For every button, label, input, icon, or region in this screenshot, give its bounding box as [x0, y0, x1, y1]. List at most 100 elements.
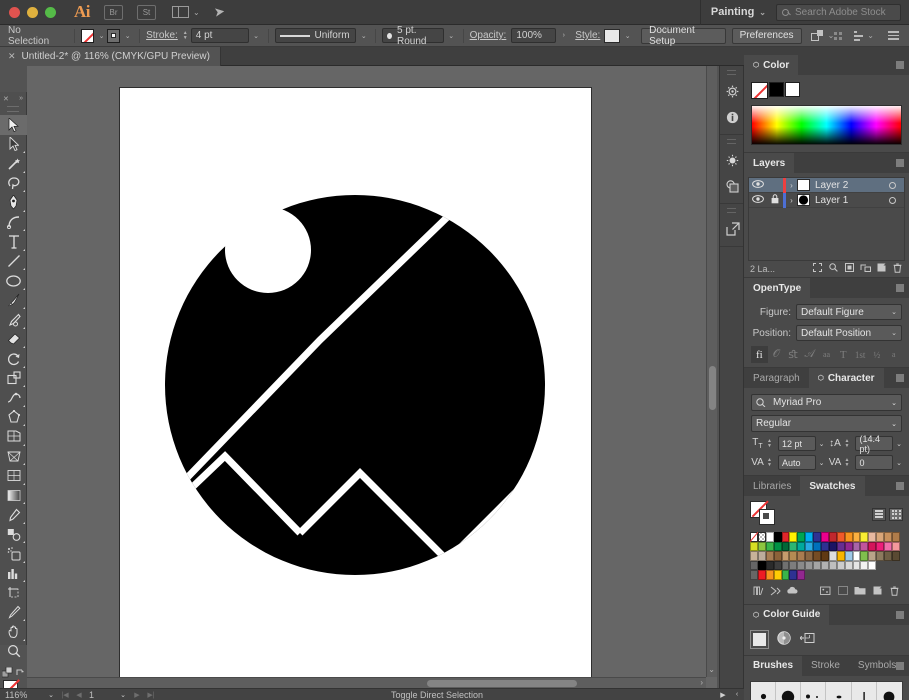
chevron-down-icon[interactable]: ⌄ [44, 691, 58, 699]
swatch-cell[interactable] [829, 542, 837, 552]
stroke-profile-dropdown[interactable]: Uniform [275, 28, 357, 43]
panel-menu-icon[interactable] [896, 284, 904, 292]
swatch-cell[interactable] [766, 551, 774, 561]
scroll-chevron-icon[interactable]: › [700, 678, 703, 687]
swash-button[interactable]: 𝒜 [801, 346, 818, 363]
swatch-cell[interactable] [766, 532, 774, 542]
eraser-tool[interactable] [0, 330, 27, 350]
fill-swatch-button[interactable] [81, 29, 94, 43]
hand-tool[interactable] [0, 622, 27, 642]
base-color-swatch[interactable] [751, 631, 768, 648]
width-tool[interactable] [0, 388, 27, 408]
cloud-icon[interactable] [784, 586, 801, 598]
swatch-cell[interactable] [829, 551, 837, 561]
rail-grip[interactable] [727, 139, 736, 144]
default-fill-stroke-icon[interactable] [16, 668, 25, 677]
leading-stepper[interactable]: ▲▼ [845, 439, 850, 448]
swatch-cell[interactable] [837, 542, 845, 552]
swatch-cell[interactable] [782, 561, 790, 571]
swatch-cell[interactable] [837, 551, 845, 561]
tracking-control[interactable]: VA ▲▼ 0 ⌄ [829, 455, 903, 470]
figure-dropdown[interactable]: Default Figure ⌄ [796, 304, 902, 320]
swatch-grid[interactable] [750, 532, 903, 580]
pen-tool[interactable] [0, 193, 27, 213]
swatch-cell[interactable] [845, 532, 853, 542]
window-controls[interactable] [0, 7, 56, 18]
ellipse-tool[interactable] [0, 271, 27, 291]
tracking-input[interactable]: 0 [855, 455, 893, 470]
swatch-cell[interactable] [782, 542, 790, 552]
tools-panel-grip[interactable] [7, 106, 19, 112]
rail-grip[interactable] [727, 70, 736, 75]
swatch-stroke[interactable] [759, 509, 775, 525]
chevron-down-icon[interactable]: ⌄ [358, 29, 369, 43]
swatch-cell[interactable] [805, 542, 813, 552]
black-swatch[interactable] [769, 82, 784, 97]
symbol-sprayer-tool[interactable] [0, 544, 27, 564]
paper-plane-icon[interactable]: ➤ [213, 3, 226, 20]
leading-input[interactable]: (14.4 pt) [855, 436, 893, 451]
stock-search-input[interactable]: Search Adobe Stock [776, 4, 901, 21]
swatch-cell[interactable] [876, 551, 884, 561]
swatch-cell[interactable] [868, 532, 876, 542]
tab-layers[interactable]: Layers [744, 153, 794, 173]
brush-cell[interactable] [852, 682, 877, 700]
tracking-stepper[interactable]: ▲▼ [845, 458, 850, 467]
list-view-button[interactable] [872, 508, 886, 521]
first-artboard-button[interactable]: |◀ [58, 691, 72, 699]
position-dropdown[interactable]: Default Position ⌄ [796, 325, 902, 341]
swatch-cell[interactable] [750, 542, 758, 552]
chevron-down-icon[interactable]: ⌄ [896, 440, 902, 448]
color-group-icon[interactable] [817, 586, 834, 599]
harmony-rules-icon[interactable] [777, 631, 791, 648]
next-artboard-button[interactable]: ▶ [130, 691, 144, 699]
swatch-cell[interactable] [774, 561, 782, 571]
swatch-cell[interactable] [821, 561, 829, 571]
swatch-cell[interactable] [868, 561, 876, 571]
panel-menu-icon[interactable] [896, 482, 904, 490]
gear-icon[interactable] [720, 78, 745, 104]
swatch-cell[interactable] [774, 551, 782, 561]
document-tab[interactable]: ✕ Untitled-2* @ 116% (CMYK/GPU Preview) [0, 47, 221, 66]
swatch-cell[interactable] [860, 532, 868, 542]
white-swatch[interactable] [785, 82, 800, 97]
fractions-button[interactable]: ½ [868, 346, 885, 363]
layer-target-icon[interactable] [889, 182, 896, 189]
info-icon[interactable] [720, 104, 745, 130]
brush-cell[interactable] [826, 682, 851, 700]
mesh-tool[interactable] [0, 466, 27, 486]
panel-options-icon[interactable] [888, 31, 899, 40]
horizontal-scroll-thumb[interactable] [427, 680, 577, 687]
eyedropper-tool[interactable] [0, 505, 27, 525]
layer-list-empty-area[interactable] [749, 208, 904, 260]
swatch-cell[interactable] [892, 542, 900, 552]
grid-view-button[interactable] [889, 508, 903, 521]
swatch-cell[interactable] [837, 561, 845, 571]
swatch-cell[interactable] [821, 551, 829, 561]
tab-stroke[interactable]: Stroke [802, 656, 849, 676]
paintbrush-tool[interactable] [0, 291, 27, 311]
tab-character[interactable]: ⬡ Character [809, 368, 884, 388]
swatch-cell[interactable] [797, 532, 805, 542]
chevron-down-icon[interactable]: ⌄ [446, 29, 457, 43]
swatch-cell[interactable] [860, 542, 868, 552]
swatch-cell[interactable] [821, 532, 829, 542]
panel-menu-icon[interactable] [896, 662, 904, 670]
chevron-down-icon[interactable]: ⌄ [116, 691, 130, 699]
maximize-window-button[interactable] [45, 7, 56, 18]
pencil-tool[interactable] [0, 310, 27, 330]
swatch-cell[interactable] [758, 532, 766, 542]
perspective-grid-tool[interactable] [0, 447, 27, 467]
discretionary-ligatures-button[interactable]: ﬆ [785, 346, 802, 363]
panel-menu-icon[interactable] [896, 159, 904, 167]
swatch-cell[interactable] [868, 551, 876, 561]
new-swatch-icon[interactable] [869, 586, 886, 598]
transform-button[interactable]: ⌄ [811, 30, 835, 42]
line-segment-tool[interactable] [0, 252, 27, 272]
layer-name[interactable]: Layer 2 [815, 180, 889, 191]
swatch-libraries-icon[interactable] [750, 586, 767, 599]
eye-icon[interactable] [749, 195, 767, 205]
tab-paragraph[interactable]: Paragraph [744, 368, 809, 388]
tab-libraries[interactable]: Libraries [744, 476, 800, 496]
rotate-tool[interactable] [0, 349, 27, 369]
